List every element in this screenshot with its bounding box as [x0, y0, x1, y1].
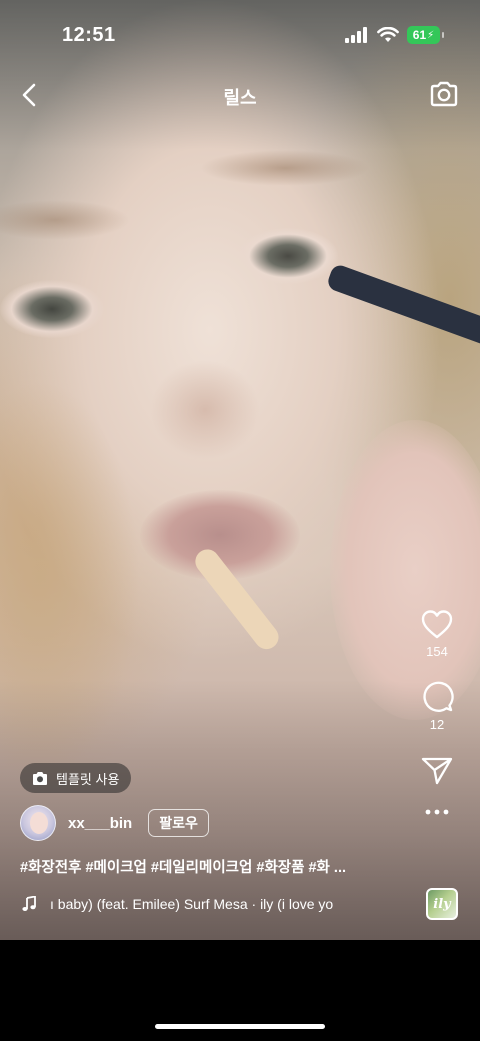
comment-action[interactable]: 12 — [420, 679, 454, 732]
music-track-text: ı baby) (feat. Emilee) Surf Mesa · ily (… — [50, 896, 334, 912]
video-brow-right — [200, 150, 370, 186]
wifi-icon — [377, 27, 399, 42]
video-nose — [150, 360, 260, 460]
heart-icon[interactable] — [420, 608, 454, 640]
back-chevron-icon[interactable] — [16, 80, 44, 110]
battery-indicator: 61 ⚡ — [407, 26, 444, 44]
user-row: xx___bin 팔로우 — [20, 804, 209, 842]
reel-video[interactable] — [0, 0, 480, 940]
send-paper-plane-icon[interactable] — [421, 756, 453, 786]
like-action[interactable]: 154 — [420, 608, 454, 659]
video-eye-right — [238, 228, 338, 284]
username[interactable]: xx___bin — [68, 815, 132, 832]
share-action[interactable] — [421, 756, 453, 786]
audio-thumbnail-text: ily — [433, 896, 451, 912]
avatar[interactable] — [20, 805, 56, 841]
charging-bolt-icon: ⚡ — [427, 29, 435, 41]
video-brow-left — [0, 200, 130, 240]
status-time: 12:51 — [62, 24, 116, 46]
music-note-icon — [22, 896, 36, 911]
status-bar: 12:51 61 ⚡ — [0, 0, 480, 70]
like-count: 154 — [426, 644, 448, 659]
video-eye-left — [0, 280, 104, 338]
side-actions: 154 12 — [412, 608, 462, 816]
more-action[interactable] — [424, 808, 450, 816]
use-template-button[interactable]: 템플릿 사용 — [20, 763, 132, 793]
status-icons: 61 ⚡ — [345, 26, 444, 44]
video-eyeliner-pencil — [325, 262, 480, 356]
follow-button[interactable]: 팔로우 — [148, 809, 209, 837]
battery-level: 61 — [412, 28, 427, 42]
more-dots-icon[interactable] — [424, 808, 450, 816]
camera-icon[interactable] — [428, 78, 460, 110]
camera-small-icon — [33, 771, 47, 785]
music-row[interactable]: ı baby) (feat. Emilee) Surf Mesa · ily (… — [22, 896, 400, 912]
audio-thumbnail[interactable]: ily — [426, 888, 458, 920]
comment-count: 12 — [429, 717, 445, 732]
home-indicator — [155, 1024, 325, 1029]
caption-hashtags[interactable]: #화장전후 #메이크업 #데일리메이크업 #화장품 #화 ... — [20, 856, 400, 877]
use-template-label: 템플릿 사용 — [56, 771, 120, 787]
comment-bubble-icon[interactable] — [420, 679, 454, 713]
cellular-signal-icon — [345, 27, 367, 43]
